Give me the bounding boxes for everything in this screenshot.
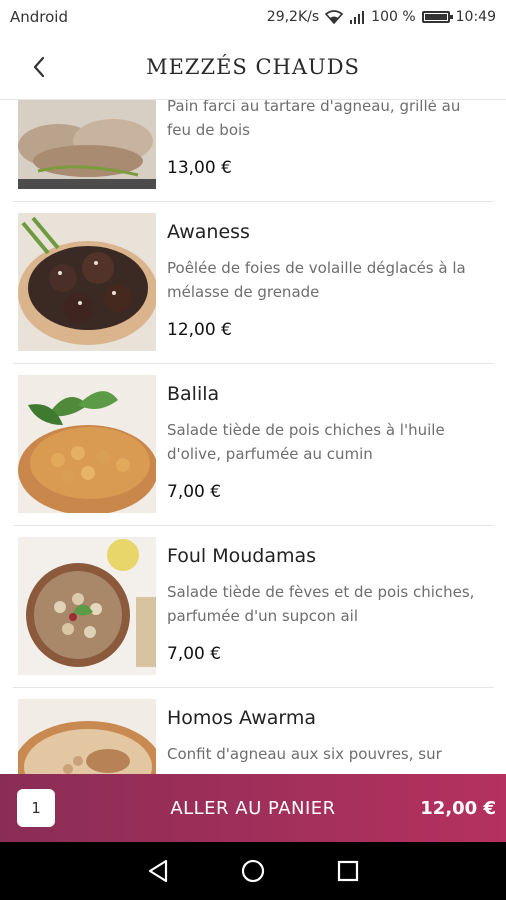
- status-indicators: 29,2K/s 100 % 10:49: [267, 9, 496, 25]
- dish-name: Homos Awarma: [167, 707, 317, 729]
- dish-image: [18, 375, 156, 513]
- go-to-cart-bar[interactable]: 1 ALLER AU PANIER 12,00 €: [0, 774, 506, 842]
- network-speed: 29,2K/s: [266, 9, 320, 25]
- status-bar: Android 29,2K/s 100 % 10:49: [0, 0, 506, 34]
- battery-level: [424, 14, 447, 20]
- triangle-back-icon: [148, 859, 167, 883]
- menu-item[interactable]: Foul Moudamas Salade tiède de fèves et d…: [13, 526, 494, 688]
- page-title: MEZZÉS CHAUDS: [146, 54, 360, 79]
- battery-percent: 100 %: [371, 9, 416, 25]
- nav-back-button[interactable]: [144, 857, 172, 885]
- chevron-left-icon: [33, 56, 45, 78]
- system-nav-bar: [0, 842, 506, 900]
- wifi-icon: [325, 10, 344, 24]
- cart-total: 12,00 €: [420, 797, 496, 819]
- app-header: MEZZÉS CHAUDS: [0, 34, 506, 100]
- dish-image: [18, 213, 156, 351]
- dish-price: 7,00 €: [167, 644, 222, 664]
- dish-image: [18, 699, 156, 774]
- back-button[interactable]: [24, 52, 54, 82]
- dish-description: Confit d'agneau aux six pouvres, sur: [167, 745, 442, 763]
- signal-icon: [350, 11, 365, 24]
- dish-price: 12,00 €: [167, 320, 232, 340]
- nav-home-button[interactable]: [239, 857, 267, 885]
- dish-price: 7,00 €: [167, 482, 222, 502]
- dish-description: Pain farci au tartare d'agneau, grillé a…: [167, 100, 461, 139]
- dish-image: [18, 100, 156, 189]
- dish-description: Salade tiède de pois chiches à l'huile d…: [167, 421, 445, 463]
- clock: 10:49: [455, 9, 496, 25]
- circle-home-icon: [241, 859, 265, 883]
- dish-price: 13,00 €: [167, 158, 232, 178]
- nav-recents-button[interactable]: [334, 857, 362, 885]
- dish-description: Salade tiède de fèves et de pois chiches…: [167, 583, 475, 625]
- menu-item[interactable]: Awaness Poêlée de foies de volaille dégl…: [13, 202, 494, 364]
- carrier-label: Android: [10, 8, 68, 26]
- dish-name: Balila: [167, 383, 220, 405]
- dish-name: Foul Moudamas: [167, 545, 317, 567]
- square-recents-icon: [338, 860, 359, 882]
- dish-name: Awaness: [167, 221, 250, 243]
- dish-description: Poêlée de foies de volaille déglacés à l…: [167, 259, 466, 301]
- menu-item[interactable]: Balila Salade tiède de pois chiches à l'…: [13, 364, 494, 526]
- menu-list[interactable]: Pain farci au tartare d'agneau, grillé a…: [0, 100, 506, 774]
- battery-icon: [421, 11, 453, 23]
- menu-item[interactable]: Pain farci au tartare d'agneau, grillé a…: [13, 100, 494, 202]
- dish-image: [18, 537, 156, 675]
- menu-item[interactable]: Homos Awarma Confit d'agneau aux six pou…: [13, 688, 494, 774]
